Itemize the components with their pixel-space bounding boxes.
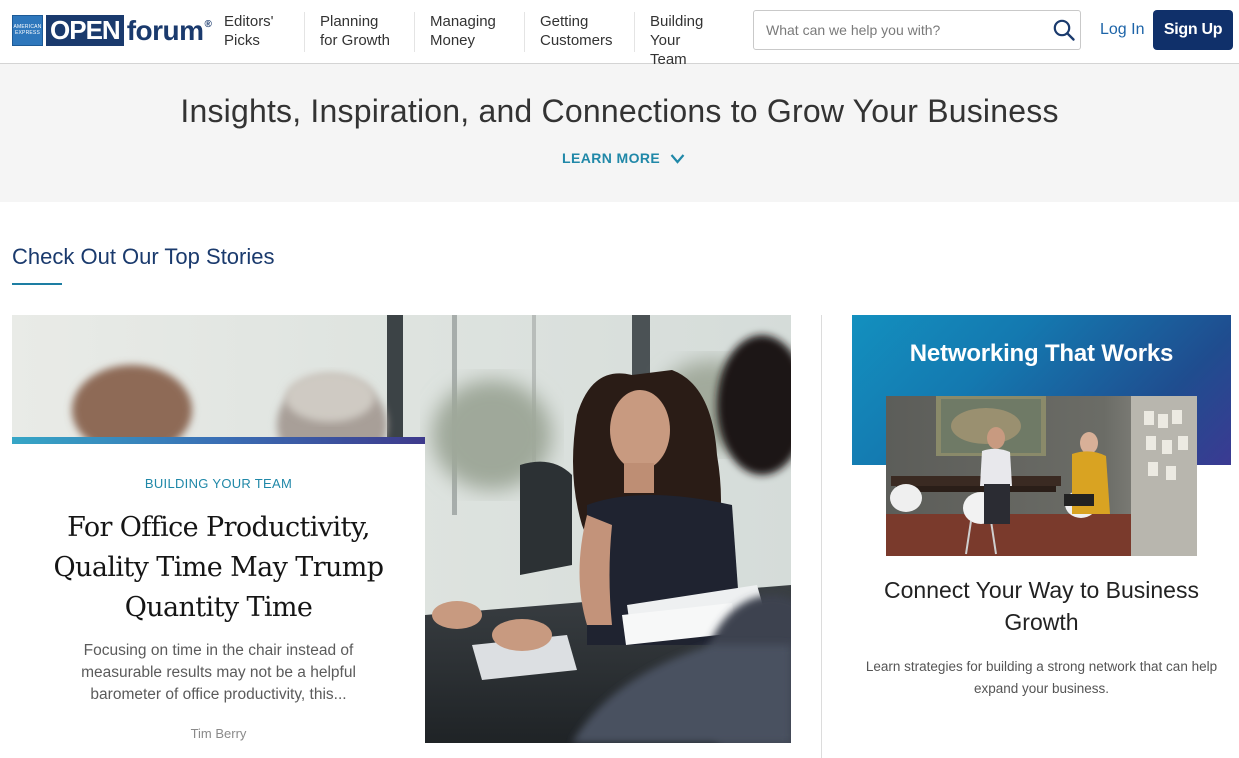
main-nav: Editors' Picks Planning for Growth Manag… [209, 12, 735, 68]
hero-banner: Insights, Inspiration, and Connections t… [0, 64, 1239, 202]
amex-logo: AMERICAN EXPRESS [12, 14, 43, 46]
nav-label-line1: Getting [540, 13, 589, 30]
logo-forum-text: forum® [127, 15, 212, 46]
nav-label-line1: Planning [320, 13, 379, 30]
card-accent-bar [12, 437, 425, 444]
nav-label-line1: Building [650, 13, 704, 30]
story-excerpt: Focusing on time in the chair instead of… [81, 642, 356, 703]
promo-description: Learn strategies for building a strong n… [865, 659, 1218, 696]
site-header: AMERICAN EXPRESS OPEN forum® Editors' Pi… [0, 0, 1239, 68]
column-divider [821, 315, 822, 758]
story-category[interactable]: BUILDING YOUR TEAM [12, 476, 425, 491]
nav-item-getting-customers[interactable]: Getting Customers [525, 12, 635, 52]
nav-item-editors-picks[interactable]: Editors' Picks [209, 12, 305, 52]
learn-more-label: LEARN MORE [562, 150, 661, 166]
promo-banner-title: Networking That Works [909, 340, 1174, 367]
promo-photo[interactable] [886, 396, 1197, 556]
search-box [753, 10, 1081, 50]
openforum-logo[interactable]: AMERICAN EXPRESS OPEN forum® [12, 14, 212, 46]
section-title: Check Out Our Top Stories [12, 244, 275, 269]
nav-item-managing-money[interactable]: Managing Money [415, 12, 525, 52]
nav-label-line1: Managing [430, 13, 496, 30]
logo-forum-word: forum [126, 14, 204, 46]
login-link[interactable]: Log In [1100, 21, 1144, 39]
nav-item-building-your-team[interactable]: Building Your Team [635, 12, 735, 68]
nav-label-line1: Editors' [224, 13, 274, 30]
search-icon[interactable] [1052, 18, 1076, 42]
nav-label-line2: Customers [540, 32, 613, 49]
section-underline [12, 283, 62, 285]
signup-button[interactable]: Sign Up [1153, 10, 1233, 50]
search-input[interactable] [766, 11, 1046, 49]
hero-title: Insights, Inspiration, and Connections t… [180, 93, 1059, 129]
story-card[interactable]: BUILDING YOUR TEAM For Office Productivi… [12, 437, 425, 747]
promo-headline[interactable]: Connect Your Way to Business Growth [852, 574, 1231, 638]
chevron-down-icon [670, 153, 685, 164]
logo-open-text: OPEN [46, 14, 124, 46]
nav-label-line2: Money [430, 32, 476, 49]
amex-logo-line2: EXPRESS [14, 30, 41, 36]
story-headline[interactable]: For Office Productivity, Quality Time Ma… [38, 508, 399, 628]
nav-label-line2: Picks [224, 32, 260, 49]
nav-label-line2: for Growth [320, 32, 391, 49]
learn-more-link[interactable]: LEARN MORE [562, 150, 685, 166]
story-author[interactable]: Tim Berry [12, 726, 425, 741]
nav-item-planning-for-growth[interactable]: Planning for Growth [305, 12, 415, 52]
